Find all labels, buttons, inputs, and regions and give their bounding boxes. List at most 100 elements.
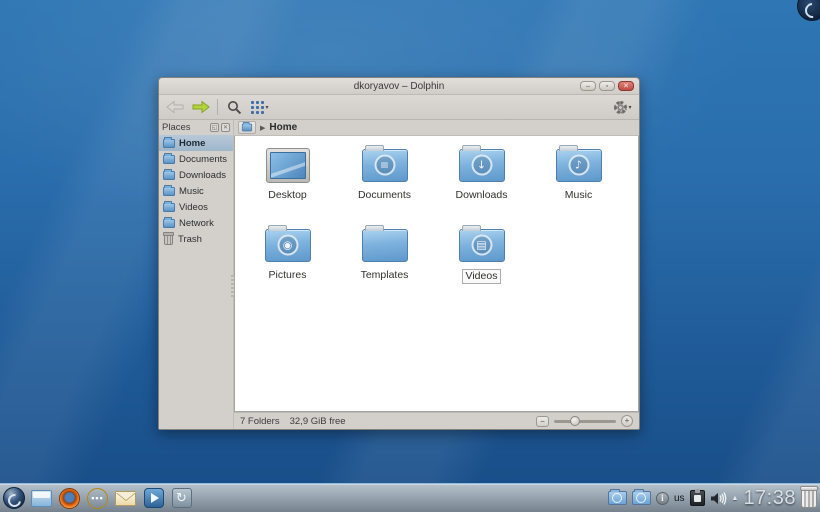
mail-launcher[interactable] <box>114 487 137 510</box>
file-item-desktop[interactable]: Desktop <box>239 144 336 224</box>
sidebar-item-network[interactable]: Network <box>159 215 233 231</box>
file-item-music[interactable]: ♪ Music <box>530 144 627 224</box>
folder-home-icon <box>163 139 175 148</box>
file-manager-launcher[interactable] <box>30 487 53 510</box>
zoom-out-button[interactable]: − <box>536 416 549 427</box>
media-player-launcher[interactable] <box>142 487 165 510</box>
keyboard-layout-indicator[interactable]: us <box>674 493 685 504</box>
sidebar-item-videos[interactable]: Videos <box>159 199 233 215</box>
screenshot-tray-icon[interactable] <box>608 491 627 505</box>
gear-icon <box>614 101 627 114</box>
sidebar-item-music[interactable]: Music <box>159 183 233 199</box>
file-item-documents[interactable]: ≡ Documents <box>336 144 433 224</box>
file-item-label: Pictures <box>266 269 310 282</box>
folder-documents-icon <box>163 155 175 164</box>
kde-launcher-icon <box>3 487 25 509</box>
sidebar-item-home[interactable]: Home <box>159 135 233 151</box>
sidebar-item-documents[interactable]: Documents <box>159 151 233 167</box>
envelope-icon <box>115 491 136 506</box>
zoom-in-button[interactable]: + <box>621 415 633 427</box>
forward-arrow-icon <box>192 100 210 114</box>
breadcrumb-home[interactable]: Home <box>269 122 297 133</box>
search-icon <box>227 100 242 115</box>
volume-button[interactable] <box>710 491 727 506</box>
sidebar-item-trash[interactable]: Trash <box>159 231 233 247</box>
file-item-templates[interactable]: Templates <box>336 224 433 304</box>
back-button[interactable] <box>165 97 185 117</box>
back-arrow-icon <box>166 100 184 114</box>
file-item-videos[interactable]: ▤ Videos <box>433 224 530 304</box>
speaker-icon <box>710 491 727 506</box>
free-space-text: 32,9 GiB free <box>290 416 346 427</box>
desktop-folder-icon <box>266 148 310 183</box>
forward-button[interactable] <box>191 97 211 117</box>
file-item-label: Templates <box>358 269 412 282</box>
plasma-toolbox-cashew-icon[interactable] <box>797 0 820 21</box>
firefox-launcher[interactable] <box>58 487 81 510</box>
toolbar-separator <box>217 99 218 115</box>
control-menu-button[interactable]: ▾ <box>613 97 633 117</box>
close-button[interactable]: ✕ <box>618 81 634 91</box>
folder-videos-icon <box>163 203 175 212</box>
close-panel-button[interactable]: ✕ <box>221 123 230 132</box>
camera-emblem-icon: ◉ <box>277 235 298 256</box>
places-panel-title: Places <box>162 122 191 133</box>
zoom-slider[interactable] <box>554 420 616 423</box>
screenshot-tray-icon-2[interactable] <box>632 491 651 505</box>
find-button[interactable] <box>224 97 244 117</box>
file-item-label: Desktop <box>265 189 310 202</box>
folder-view[interactable]: Desktop ≡ Documents ↓ Downloads <box>234 136 639 412</box>
sidebar-item-label: Downloads <box>179 170 226 181</box>
file-item-downloads[interactable]: ↓ Downloads <box>433 144 530 224</box>
file-item-label-focused: Videos <box>462 269 502 284</box>
kickoff-launcher-button[interactable] <box>2 487 25 510</box>
folder-music-icon <box>163 187 175 196</box>
breadcrumb-root-button[interactable] <box>238 121 256 134</box>
folder-icon <box>242 124 252 132</box>
tray-expander-arrow-icon[interactable]: ▲ <box>732 495 739 502</box>
download-arrow-emblem-icon: ↓ <box>471 155 492 176</box>
sidebar-item-label: Home <box>179 138 205 149</box>
film-emblem-icon: ▤ <box>471 235 492 256</box>
file-item-pictures[interactable]: ◉ Pictures <box>239 224 336 304</box>
play-icon <box>144 488 164 508</box>
system-folder-icon <box>31 490 52 507</box>
dolphin-window: dkoryavov – Dolphin – ▫ ✕ <box>158 77 640 430</box>
folder-downloads-icon <box>163 171 175 180</box>
file-item-label: Downloads <box>453 189 511 202</box>
system-tray: i us ▲ 17:38 <box>608 487 818 510</box>
file-item-label: Music <box>562 189 595 202</box>
float-panel-button[interactable]: ◱ <box>210 123 219 132</box>
sidebar-item-downloads[interactable]: Downloads <box>159 167 233 183</box>
music-note-emblem-icon: ♪ <box>568 155 589 176</box>
minimize-icon: – <box>581 82 595 90</box>
downloads-folder-icon: ↓ <box>459 149 505 182</box>
network-icon <box>163 219 175 228</box>
location-bar: ▶ Home <box>234 120 639 136</box>
music-folder-icon: ♪ <box>556 149 602 182</box>
chat-bubble-icon: ••• <box>87 488 108 509</box>
maximize-button[interactable]: ▫ <box>599 81 615 91</box>
taskbar-panel: ••• ↻ i us ▲ 17:38 <box>0 483 820 512</box>
panel-trash-icon[interactable] <box>801 488 817 508</box>
status-bar: 7 Folders 32,9 GiB free − + <box>234 412 639 429</box>
digital-clock[interactable]: 17:38 <box>743 487 796 510</box>
sidebar-item-label: Videos <box>179 202 208 213</box>
documents-folder-icon: ≡ <box>362 149 408 182</box>
zoom-slider-handle[interactable] <box>570 416 580 426</box>
messenger-launcher[interactable]: ••• <box>86 487 109 510</box>
places-panel: Places ◱ ✕ Home Documents Downloads <box>159 120 234 429</box>
panel-splitter[interactable] <box>231 275 234 297</box>
toolbar: ▾ ▾ <box>159 95 639 120</box>
clipboard-klipper-icon[interactable] <box>690 490 705 506</box>
refresh-screen-icon: ↻ <box>172 488 192 508</box>
minimize-button[interactable]: – <box>580 81 596 91</box>
notifications-info-icon[interactable]: i <box>656 492 669 505</box>
desktop-wallpaper: dkoryavov – Dolphin – ▫ ✕ <box>0 0 820 512</box>
view-mode-button[interactable]: ▾ <box>250 97 270 117</box>
session-refresh-launcher[interactable]: ↻ <box>170 487 193 510</box>
window-title: dkoryavov – Dolphin <box>159 81 639 92</box>
titlebar[interactable]: dkoryavov – Dolphin – ▫ ✕ <box>159 78 639 95</box>
breadcrumb-arrow-icon[interactable]: ▶ <box>260 124 265 132</box>
sidebar-item-label: Network <box>179 218 214 229</box>
